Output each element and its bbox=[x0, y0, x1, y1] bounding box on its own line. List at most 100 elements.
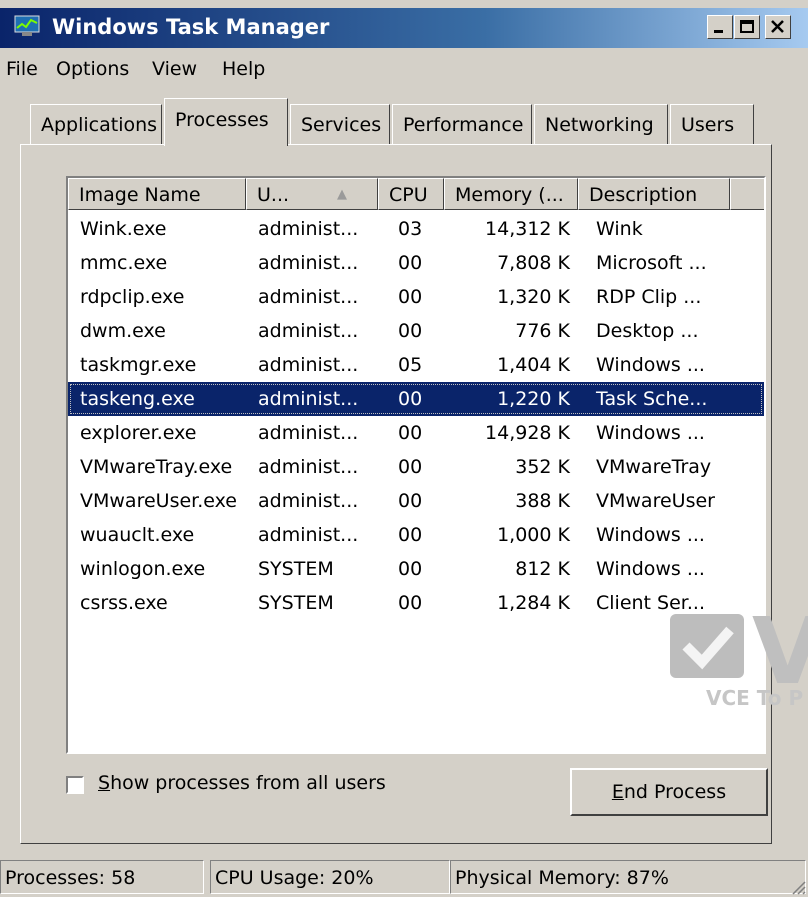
process-name: taskeng.exe bbox=[80, 388, 195, 410]
process-row[interactable]: taskeng.exe administ... 00 1,220 K Task Sche… bbox=[68, 382, 764, 416]
process-name: dwm.exe bbox=[80, 320, 166, 342]
process-row[interactable]: Wink.exe administ... 03 14,312 K Wink bbox=[68, 212, 764, 246]
status-cpu-usage: CPU Usage: 20% bbox=[210, 860, 450, 894]
tab-services[interactable]: Services bbox=[290, 104, 390, 144]
column-cpu[interactable]: CPU bbox=[378, 178, 444, 210]
process-row[interactable]: VMwareUser.exe administ... 00 388 K VMwareUs… bbox=[68, 484, 764, 518]
show-all-users-checkbox[interactable] bbox=[66, 776, 84, 794]
process-cpu: 00 bbox=[398, 558, 423, 580]
process-name: VMwareUser.exe bbox=[80, 490, 237, 512]
process-description: VMwareTray bbox=[596, 456, 712, 478]
process-row[interactable]: winlogon.exe SYSTEM 00 812 K Windows ... bbox=[68, 552, 764, 586]
show-all-users-label[interactable]: Show processes from all users bbox=[98, 772, 386, 794]
minimize-icon bbox=[714, 30, 723, 33]
process-memory: 14,312 K bbox=[485, 218, 570, 240]
process-user: administ... bbox=[258, 422, 359, 444]
status-processes: Processes: 58 bbox=[0, 860, 204, 894]
process-cpu: 00 bbox=[398, 592, 423, 614]
process-row[interactable]: rdpclip.exe administ... 00 1,320 K RDP Clip … bbox=[68, 280, 764, 314]
process-user: administ... bbox=[258, 320, 359, 342]
title-bar[interactable]: Windows Task Manager bbox=[0, 8, 808, 48]
process-cpu: 00 bbox=[398, 490, 423, 512]
process-row[interactable]: mmc.exe administ... 00 7,808 K Microsoft ... bbox=[68, 246, 764, 280]
process-memory: 1,000 K bbox=[497, 524, 570, 546]
end-process-button[interactable]: End Process bbox=[570, 768, 768, 816]
process-cpu: 00 bbox=[398, 388, 423, 410]
checkbox-label-text: how processes from all users bbox=[110, 772, 386, 794]
process-description: Desktop ... bbox=[596, 320, 699, 342]
tab-networking[interactable]: Networking bbox=[534, 104, 668, 144]
list-header: Image Name U... ▲ CPU Memory (... Descri… bbox=[68, 178, 764, 210]
process-memory: 1,404 K bbox=[497, 354, 570, 376]
process-name: Wink.exe bbox=[80, 218, 167, 240]
process-user: SYSTEM bbox=[258, 558, 334, 580]
tab-processes[interactable]: Processes bbox=[164, 98, 288, 146]
process-description: RDP Clip ... bbox=[596, 286, 702, 308]
process-row[interactable]: wuauclt.exe administ... 00 1,000 K Windows .… bbox=[68, 518, 764, 552]
process-user: administ... bbox=[258, 456, 359, 478]
process-description: Windows ... bbox=[596, 558, 705, 580]
process-name: csrss.exe bbox=[80, 592, 168, 614]
process-row[interactable]: csrss.exe SYSTEM 00 1,284 K Client Ser... bbox=[68, 586, 764, 620]
process-description: Windows ... bbox=[596, 354, 705, 376]
checkbox-mnemonic: S bbox=[98, 772, 111, 794]
maximize-button[interactable] bbox=[734, 15, 760, 39]
process-cpu: 00 bbox=[398, 286, 423, 308]
process-memory: 812 K bbox=[515, 558, 570, 580]
process-list[interactable]: Image Name U... ▲ CPU Memory (... Descri… bbox=[66, 176, 766, 754]
process-description: Windows ... bbox=[596, 524, 705, 546]
process-user: administ... bbox=[258, 286, 359, 308]
process-user: administ... bbox=[258, 524, 359, 546]
maximize-icon bbox=[740, 20, 754, 33]
process-name: VMwareTray.exe bbox=[80, 456, 233, 478]
process-description: Task Sche... bbox=[596, 388, 708, 410]
process-row[interactable]: explorer.exe administ... 00 14,928 K Windows… bbox=[68, 416, 764, 450]
menu-options[interactable]: Options bbox=[56, 58, 129, 80]
process-cpu: 00 bbox=[398, 252, 423, 274]
process-row[interactable]: VMwareTray.exe administ... 00 352 K VMwareTr… bbox=[68, 450, 764, 484]
process-memory: 776 K bbox=[515, 320, 570, 342]
process-cpu: 00 bbox=[398, 422, 423, 444]
column-image-name[interactable]: Image Name bbox=[68, 178, 246, 210]
status-physical-memory: Physical Memory: 87% bbox=[450, 860, 806, 894]
process-memory: 1,220 K bbox=[497, 388, 570, 410]
process-name: rdpclip.exe bbox=[80, 286, 185, 308]
process-memory: 1,284 K bbox=[497, 592, 570, 614]
tab-users[interactable]: Users bbox=[670, 104, 754, 144]
process-name: taskmgr.exe bbox=[80, 354, 197, 376]
column-memory[interactable]: Memory (... bbox=[444, 178, 578, 210]
process-cpu: 00 bbox=[398, 456, 423, 478]
watermark-text: VCE To P bbox=[706, 686, 804, 710]
status-bar: Processes: 58 CPU Usage: 20% Physical Me… bbox=[0, 858, 808, 897]
column-filler bbox=[730, 178, 764, 210]
sort-ascending-icon: ▲ bbox=[337, 187, 347, 202]
process-description: Windows ... bbox=[596, 422, 705, 444]
menu-file[interactable]: File bbox=[6, 58, 38, 80]
menu-help[interactable]: Help bbox=[222, 58, 265, 80]
process-name: mmc.exe bbox=[80, 252, 168, 274]
watermark-check-icon bbox=[668, 612, 746, 680]
column-user-name[interactable]: U... ▲ bbox=[246, 178, 378, 210]
end-process-mnemonic: E bbox=[611, 781, 624, 803]
process-user: SYSTEM bbox=[258, 592, 334, 614]
process-description: Microsoft ... bbox=[596, 252, 707, 274]
column-description[interactable]: Description bbox=[578, 178, 730, 210]
process-cpu: 00 bbox=[398, 524, 423, 546]
process-row[interactable]: taskmgr.exe administ... 05 1,404 K Windows .… bbox=[68, 348, 764, 382]
process-row[interactable]: dwm.exe administ... 00 776 K Desktop ... bbox=[68, 314, 764, 348]
process-memory: 352 K bbox=[515, 456, 570, 478]
tab-applications[interactable]: Applications bbox=[30, 104, 162, 144]
close-button[interactable] bbox=[765, 15, 791, 39]
process-memory: 388 K bbox=[515, 490, 570, 512]
process-cpu: 00 bbox=[398, 320, 423, 342]
tab-performance[interactable]: Performance bbox=[392, 104, 532, 144]
minimize-button[interactable] bbox=[707, 15, 733, 39]
menu-view[interactable]: View bbox=[152, 58, 197, 80]
process-description: Wink bbox=[596, 218, 643, 240]
process-description: VMwareUser bbox=[596, 490, 715, 512]
process-user: administ... bbox=[258, 252, 359, 274]
resize-grip-icon[interactable] bbox=[788, 877, 806, 895]
process-user: administ... bbox=[258, 218, 359, 240]
end-process-label: nd Process bbox=[623, 781, 727, 803]
column-user-label: U... bbox=[257, 184, 290, 206]
